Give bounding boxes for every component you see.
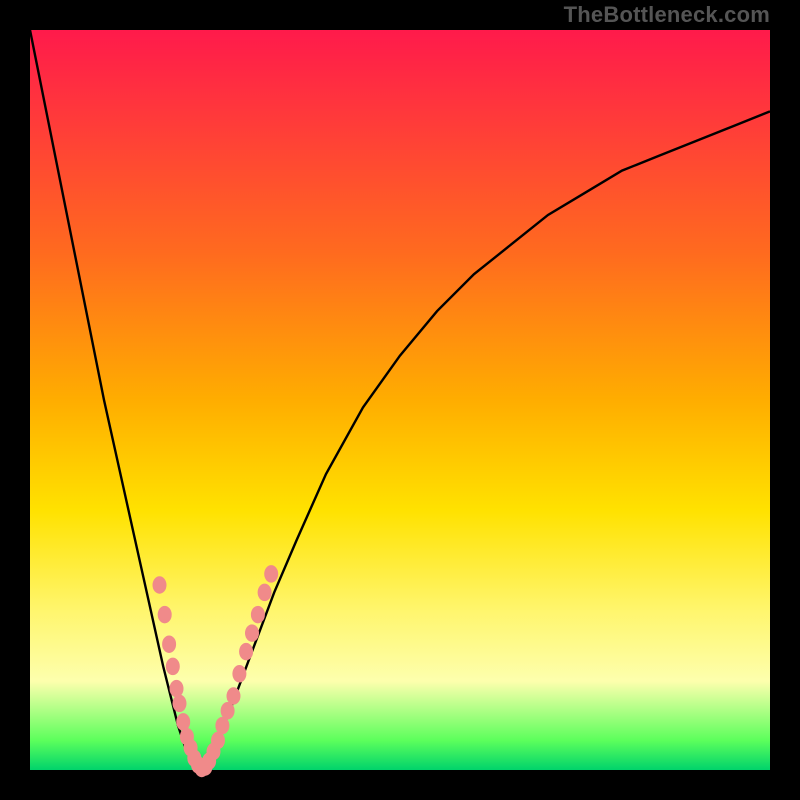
data-marker [170,680,184,698]
data-marker [221,702,235,720]
chart-svg [0,0,800,800]
data-marker [232,665,246,683]
data-marker [264,565,278,583]
data-marker [162,635,176,653]
data-marker [258,584,272,602]
data-marker [251,606,265,624]
watermark-text: TheBottleneck.com [564,2,770,28]
data-marker [176,713,190,731]
data-marker [153,576,167,594]
data-marker [245,624,259,642]
marker-layer [153,565,279,777]
data-marker [239,643,253,661]
data-marker [173,695,187,713]
data-marker [158,606,172,624]
data-marker [166,658,180,676]
bottleneck-curve [30,30,770,770]
data-marker [227,687,241,705]
chart-stage: TheBottleneck.com [0,0,800,800]
